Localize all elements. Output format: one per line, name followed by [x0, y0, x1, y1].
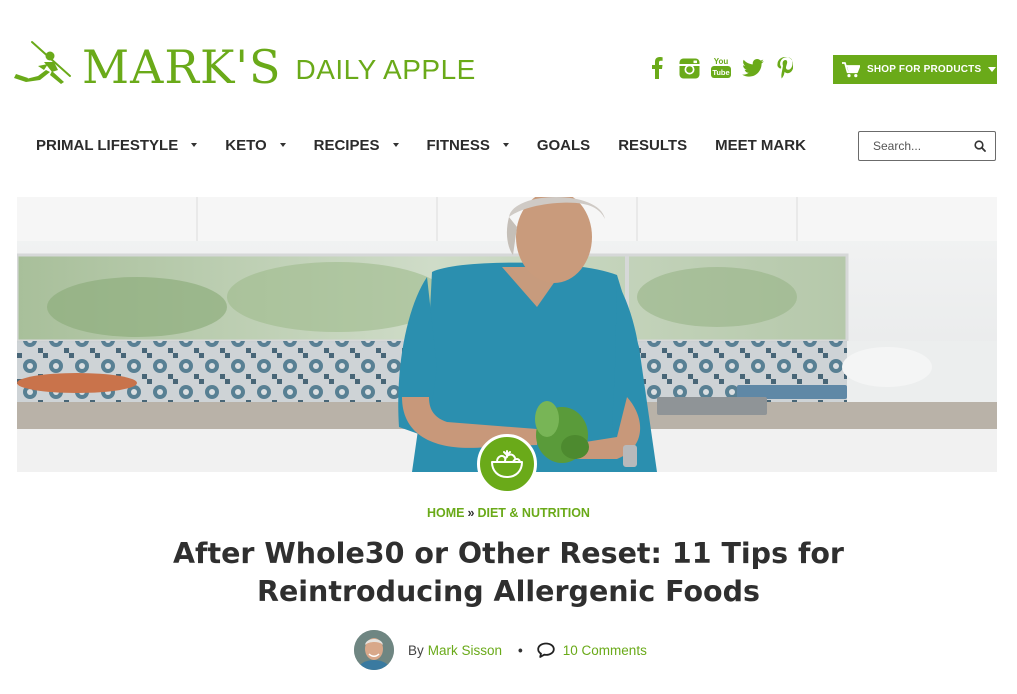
main-nav: PRIMAL LIFESTYLE KETO RECIPES FITNESS GO… — [36, 134, 834, 156]
search-box — [858, 131, 996, 161]
cart-icon — [842, 61, 860, 77]
nav-item-label: KETO — [225, 136, 267, 154]
logo-daily-apple-text: DAILY APPLE — [295, 54, 476, 85]
dropdown-caret-icon — [191, 143, 198, 147]
svg-text:Tube: Tube — [712, 68, 729, 77]
diet-nutrition-category-badge[interactable] — [477, 434, 537, 494]
nav-item-label: PRIMAL LIFESTYLE — [36, 136, 179, 154]
byline-separator: • — [518, 642, 523, 658]
breadcrumb-home-link[interactable]: HOME — [427, 506, 465, 520]
search-icon[interactable] — [974, 140, 986, 152]
dropdown-caret-icon — [392, 143, 399, 147]
comments-link[interactable]: 10 Comments — [563, 643, 647, 658]
dropdown-caret-icon — [502, 143, 509, 147]
logo-marks-text: MARK'S — [82, 40, 282, 94]
shop-for-products-button[interactable]: SHOP FOR PRODUCTS — [833, 55, 997, 84]
runner-logo-icon — [14, 41, 71, 84]
nav-item-fitness[interactable]: FITNESS — [427, 134, 509, 156]
nav-item-label: RECIPES — [313, 136, 380, 154]
breadcrumb: HOME» DIET & NUTRITION — [0, 506, 1017, 520]
nav-item-label: RESULTS — [618, 136, 688, 154]
nav-item-recipes[interactable]: RECIPES — [314, 134, 399, 156]
dropdown-caret-icon — [279, 143, 286, 147]
salad-bowl-icon — [491, 450, 523, 478]
author-avatar[interactable] — [354, 630, 394, 670]
nav-item-keto[interactable]: KETO — [225, 134, 286, 156]
article-byline: By Mark Sisson • 10 Comments — [354, 630, 647, 670]
facebook-icon[interactable] — [646, 56, 668, 80]
youtube-icon[interactable]: You Tube — [710, 56, 732, 80]
by-label: By — [408, 642, 424, 658]
svg-text:You: You — [714, 57, 729, 66]
nav-item-meet-mark[interactable]: MEET MARK — [715, 134, 806, 156]
nav-item-primal-lifestyle[interactable]: PRIMAL LIFESTYLE — [36, 134, 198, 156]
breadcrumb-category-link[interactable]: DIET & NUTRITION — [477, 506, 590, 520]
nav-item-label: GOALS — [536, 136, 591, 154]
hero-image — [17, 197, 997, 472]
nav-item-label: FITNESS — [426, 136, 490, 154]
social-links: You Tube — [646, 56, 796, 80]
search-input[interactable] — [873, 139, 973, 153]
comment-bubble-icon[interactable] — [537, 642, 555, 658]
nav-item-label: MEET MARK — [715, 136, 806, 154]
shop-button-label: SHOP FOR PRODUCTS — [867, 64, 982, 75]
pinterest-icon[interactable] — [774, 56, 796, 80]
instagram-icon[interactable] — [678, 56, 700, 80]
author-link[interactable]: Mark Sisson — [428, 643, 502, 658]
nav-item-goals[interactable]: GOALS — [537, 134, 590, 156]
site-logo[interactable]: MARK'S DAILY APPLE — [14, 36, 494, 98]
twitter-icon[interactable] — [742, 56, 764, 80]
chevron-down-icon — [988, 67, 997, 72]
breadcrumb-separator: » — [467, 506, 475, 520]
nav-item-results[interactable]: RESULTS — [618, 134, 687, 156]
article-title: After Whole30 or Other Reset: 11 Tips fo… — [172, 537, 844, 608]
